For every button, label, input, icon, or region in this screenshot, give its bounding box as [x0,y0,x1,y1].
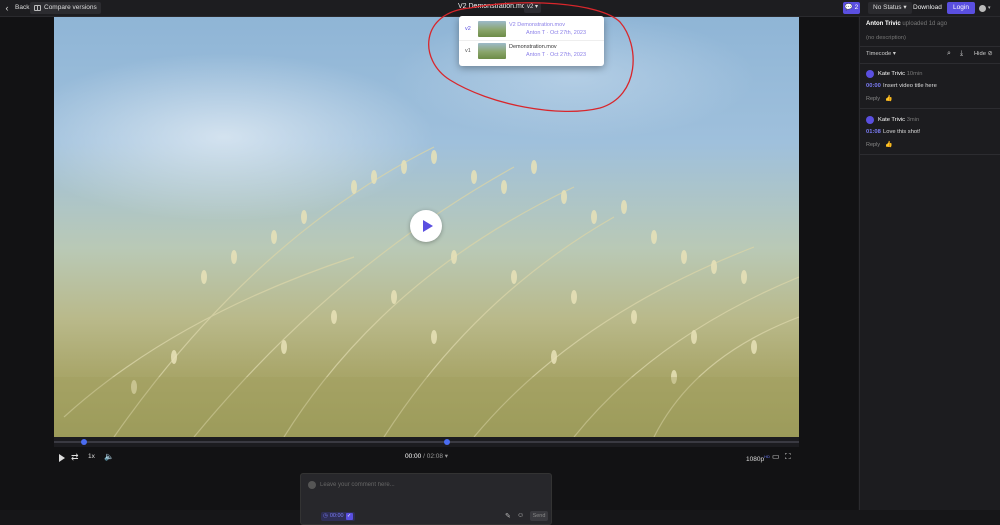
compare-versions-button[interactable]: Compare versions [30,2,101,14]
divider [860,46,1000,47]
uploader-name: Anton Trivic [866,21,901,27]
comments-toggle-button[interactable]: 💬 2 [843,2,860,14]
version-tag: v2 [465,26,471,32]
current-time: 00:00 [405,453,422,460]
comment-marker[interactable] [444,439,450,445]
play-icon[interactable] [59,454,66,462]
back-chevron-icon[interactable]: ‹ [3,2,11,14]
timeline-scrubber[interactable] [54,437,799,447]
player-controls: ⇄ 1x 🔈 00:00 / 02:08 ▾ 1080pHD ▭ ⛶ [54,449,799,465]
version-meta: Anton T · Oct 27th, 2023 [526,52,587,58]
duration: 02:08 [426,453,443,460]
draw-icon[interactable]: ✎ [505,512,511,520]
version-option[interactable]: v1 Demonstration.mov Anton T · Oct 27th,… [459,41,604,63]
reply-button[interactable]: Reply [866,96,880,102]
compare-icon [34,5,41,11]
hd-badge: HD [764,454,770,459]
version-selector[interactable]: v2 ▾ [524,2,542,13]
user-menu[interactable]: ▾ [979,3,997,13]
version-dropdown: v2 V2 Demonstration.mov Anton T · Oct 27… [459,16,604,66]
comment-marker[interactable] [81,439,87,445]
sort-label: Timecode [866,51,892,57]
comment-timestamp: 00:00 [329,513,344,519]
avatar [866,116,874,124]
version-name: Demonstration.mov [509,44,557,50]
search-icon[interactable]: ⌕ [947,50,951,58]
like-icon[interactable]: 👍 [885,95,892,102]
comment-text: Love this shot! [883,129,921,135]
comment-age: 10min [906,71,923,77]
send-button[interactable]: Send [530,511,548,521]
chevron-down-icon: ▾ [535,4,539,10]
uploader-info: Anton Trivic uploaded 1d ago [866,21,947,27]
divider [860,63,1000,64]
fullscreen-icon[interactable]: ⛶ [785,451,791,463]
comment-author: Kate Trivic 3min [878,117,919,123]
video-frame[interactable] [54,17,799,437]
user-avatar-icon [308,481,316,489]
comment-author: Kate Trivic 10min [878,71,922,77]
top-bar: ‹ Back Compare versions V2 Demonstration… [0,0,1000,17]
comment-count: 2 [854,4,859,11]
chevron-down-icon: ▾ [988,5,991,11]
timeline-track[interactable] [54,441,799,443]
sort-dropdown[interactable]: Timecode ▾ [866,51,896,57]
player-stage: ⇄ 1x 🔈 00:00 / 02:08 ▾ 1080pHD ▭ ⛶ ◷00:0… [0,17,858,525]
loop-icon[interactable]: ⇄ [71,451,79,463]
cast-icon[interactable]: ▭ [772,451,780,463]
time-display[interactable]: 00:00 / 02:08 ▾ [405,451,448,463]
divider [860,154,1000,155]
version-name: V2 Demonstration.mov [509,22,565,28]
speed-selector[interactable]: 1x [88,451,95,463]
comment-author-name: Kate Trivic [878,117,906,123]
like-icon[interactable]: 👍 [885,141,892,148]
version-selector-label: v2 [527,4,534,10]
version-tag: v1 [465,48,471,54]
user-avatar-icon [979,4,986,12]
comment-timecode[interactable]: 01:08 [866,129,881,135]
checkbox-checked-icon: ✓ [345,513,353,520]
back-button[interactable]: Back [15,2,29,14]
file-title: V2 Demonstration.mov [458,3,530,10]
comment-timecode[interactable]: 00:00 [866,83,881,89]
resolution-selector[interactable]: 1080pHD [746,451,770,463]
file-description[interactable]: (no description) [866,35,906,41]
comment-age: 3min [906,117,920,123]
upload-time: uploaded 1d ago [902,21,948,27]
download-comments-icon[interactable]: ⤓ [960,50,963,58]
version-thumbnail [478,43,506,59]
check-circle-icon: ⊘ [987,51,993,57]
comments-panel: Anton Trivic uploaded 1d ago (no descrip… [859,17,1000,510]
comment-author-name: Kate Trivic [878,71,906,77]
comment-bubble-icon: 💬 [844,4,853,11]
hide-label: Hide [974,51,986,57]
status-dropdown[interactable]: No Status ▾ [868,2,912,14]
download-button[interactable]: Download [909,2,946,14]
avatar [866,70,874,78]
version-option[interactable]: v2 V2 Demonstration.mov Anton T · Oct 27… [459,19,604,41]
status-label: No Status [873,4,902,11]
comment-composer: ◷00:00✓ ✎ ☺ Send [300,473,552,525]
clock-icon: ◷ [323,513,328,519]
version-thumbnail [478,21,506,37]
resolution-label: 1080p [746,456,765,464]
emoji-icon[interactable]: ☺ [517,512,524,519]
reply-button[interactable]: Reply [866,142,880,148]
login-button[interactable]: Login [947,2,975,14]
timestamp-toggle[interactable]: ◷ 00:00 ✓ [321,512,355,521]
chevron-down-icon: ▾ [903,4,907,11]
version-meta: Anton T · Oct 27th, 2023 [526,30,587,36]
comment-input[interactable] [320,479,540,491]
hide-resolved-toggle[interactable]: Hide ⊘ [974,51,992,57]
comment-text: Insert video title here [883,83,937,89]
divider [860,108,1000,109]
compare-versions-label: Compare versions [44,4,97,11]
volume-icon[interactable]: 🔈 [104,451,114,463]
play-button[interactable] [410,210,442,242]
